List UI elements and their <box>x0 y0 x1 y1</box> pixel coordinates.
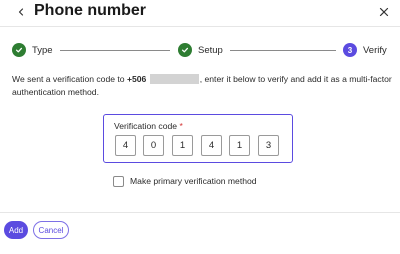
close-icon <box>379 7 389 17</box>
verification-code-label-text: Verification code <box>114 121 178 131</box>
step-connector <box>60 49 170 51</box>
required-mark: * <box>179 121 183 131</box>
code-digit-2[interactable]: 0 <box>143 135 164 156</box>
footer-divider <box>0 212 400 213</box>
phone-number-dialog: Phone number Type Setup 3 Verify We sent… <box>0 0 400 254</box>
verification-code-group: Verification code * 4 0 1 4 1 3 <box>103 114 293 163</box>
code-digit-6[interactable]: 3 <box>258 135 279 156</box>
step-setup-status <box>178 43 192 57</box>
stepper: Type Setup 3 Verify <box>10 42 390 58</box>
description-prefix: We sent a verification code to <box>12 74 127 84</box>
code-digit-1[interactable]: 4 <box>115 135 136 156</box>
code-digit-4[interactable]: 4 <box>201 135 222 156</box>
step-verify: 3 Verify <box>343 42 387 58</box>
step-setup: Setup <box>178 42 223 58</box>
step-setup-label: Setup <box>198 44 223 56</box>
step-type-label: Type <box>32 44 53 56</box>
close-button[interactable] <box>375 3 393 21</box>
step-type-status <box>12 43 26 57</box>
cancel-button[interactable]: Cancel <box>33 221 69 239</box>
step-verify-label: Verify <box>363 44 387 56</box>
description-text: We sent a verification code to +506 , en… <box>12 73 392 99</box>
page-title: Phone number <box>34 2 147 19</box>
header-divider <box>0 26 400 27</box>
verification-code-label: Verification code * <box>114 121 183 131</box>
redacted-phone-number <box>149 74 199 84</box>
step-connector <box>230 49 336 51</box>
code-digit-3[interactable]: 1 <box>172 135 193 156</box>
chevron-left-icon <box>18 8 24 16</box>
phone-prefix: +506 <box>126 74 147 84</box>
code-digit-5[interactable]: 1 <box>229 135 250 156</box>
add-button[interactable]: Add <box>4 221 28 239</box>
check-icon <box>15 47 23 53</box>
back-button[interactable] <box>12 3 30 21</box>
step-type: Type <box>12 42 53 58</box>
primary-method-checkbox[interactable] <box>113 175 124 187</box>
check-icon <box>181 47 189 53</box>
step-verify-number: 3 <box>343 43 357 57</box>
primary-method-label: Make primary verification method <box>130 176 257 186</box>
primary-method-option[interactable]: Make primary verification method <box>113 174 257 188</box>
